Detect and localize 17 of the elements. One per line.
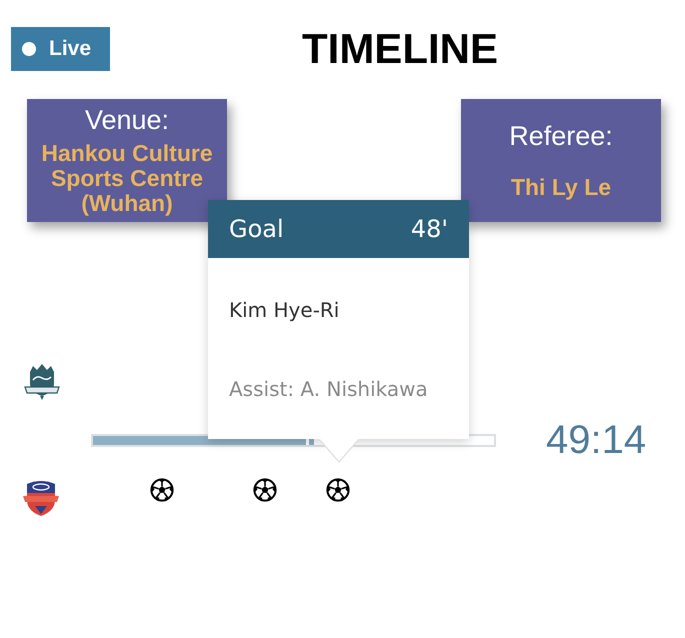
info-value: Hankou Culture Sports Centre (Wuhan) — [40, 141, 214, 216]
team-crest-icon — [22, 362, 62, 402]
info-label: Venue: — [84, 104, 170, 136]
soccer-ball-icon[interactable] — [253, 478, 277, 502]
event-minute: 48' — [410, 215, 448, 243]
live-label: Live — [49, 36, 92, 62]
info-value: Thi Ly Le — [510, 174, 612, 200]
event-type: Goal — [229, 215, 284, 243]
soccer-ball-icon[interactable] — [150, 478, 174, 502]
player-name: Kim Hye-Ri — [229, 297, 340, 324]
info-label: Referee: — [509, 121, 613, 152]
live-dot-icon — [22, 42, 36, 56]
assist-text: Assist: A. Nishikawa — [229, 376, 429, 403]
page-title: TIMELINE — [302, 25, 498, 73]
match-clock: 49:14 — [546, 418, 648, 462]
team-crest-icon — [22, 478, 62, 518]
soccer-ball-icon[interactable] — [326, 478, 350, 502]
